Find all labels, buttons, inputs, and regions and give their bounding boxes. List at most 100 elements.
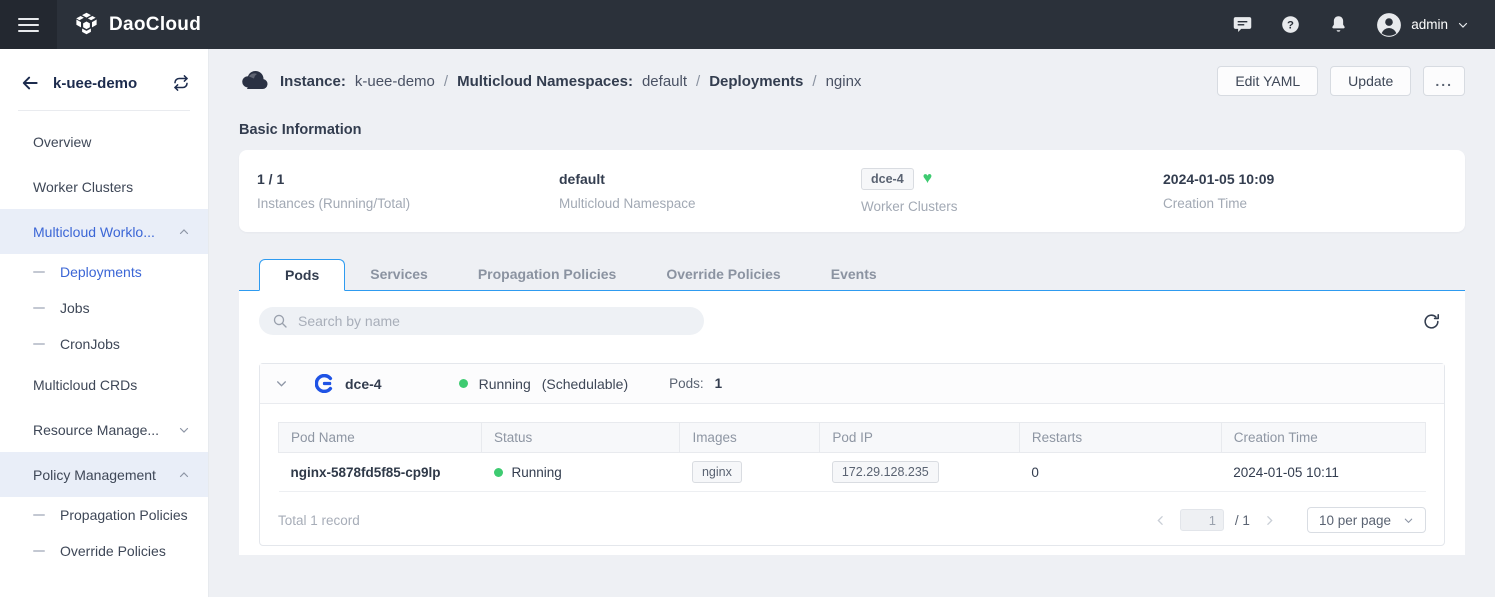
- info-field-worker-clusters: dce-4 ♥ Worker Clusters: [861, 168, 1163, 214]
- pod-restarts: 0: [1031, 465, 1039, 480]
- sidebar-item-label: Multicloud Worklo...: [33, 224, 155, 240]
- breadcrumb-separator: /: [444, 73, 448, 90]
- dash-icon: [33, 307, 45, 309]
- update-button[interactable]: Update: [1330, 66, 1411, 96]
- cluster-group-header[interactable]: dce-4 Running (Schedulable) Pods: 1: [260, 364, 1444, 404]
- col-creation-time: Creation Time: [1221, 423, 1425, 453]
- brand-name: DaoCloud: [109, 14, 201, 36]
- pods-count-label: Pods:: [669, 376, 704, 391]
- topbar-right: ? admin: [1232, 12, 1495, 38]
- sidebar-item-label: Override Policies: [60, 543, 166, 559]
- page-actions: Edit YAML Update ...: [1217, 66, 1465, 96]
- edit-yaml-button[interactable]: Edit YAML: [1217, 66, 1318, 96]
- sidebar-item-cronjobs[interactable]: CronJobs: [0, 326, 208, 362]
- brand: DaoCloud: [73, 11, 201, 38]
- back-arrow-icon[interactable]: [20, 73, 40, 93]
- sidebar-item-propagation-policies[interactable]: Propagation Policies: [0, 497, 208, 533]
- previous-page-icon[interactable]: [1152, 512, 1169, 529]
- more-actions-button[interactable]: ...: [1423, 66, 1465, 96]
- sidebar: k-uee-demo Overview Worker Clusters Mult…: [0, 49, 209, 597]
- sidebar-item-jobs[interactable]: Jobs: [0, 290, 208, 326]
- notifications-bell-icon[interactable]: [1328, 14, 1349, 35]
- sidebar-item-multicloud-crds[interactable]: Multicloud CRDs: [0, 362, 208, 407]
- tab-pods[interactable]: Pods: [259, 259, 345, 291]
- search-icon: [272, 313, 288, 329]
- breadcrumb-namespaces-label: Multicloud Namespaces:: [457, 73, 633, 90]
- worker-cluster-tag[interactable]: dce-4: [861, 168, 914, 190]
- image-tag[interactable]: nginx: [692, 461, 742, 483]
- refresh-icon[interactable]: [1418, 308, 1445, 335]
- user-menu[interactable]: admin: [1376, 12, 1469, 38]
- hamburger-icon: [18, 14, 39, 36]
- search-input[interactable]: [296, 312, 691, 330]
- breadcrumb-instance-value[interactable]: k-uee-demo: [355, 73, 435, 90]
- sidebar-item-multicloud-workloads[interactable]: Multicloud Worklo...: [0, 209, 208, 254]
- page-size-value: 10 per page: [1319, 513, 1391, 528]
- sidebar-divider: [18, 110, 190, 111]
- cluster-group-body: Pod Name Status Images Pod IP Restarts C…: [260, 404, 1444, 545]
- chevron-up-icon: [178, 226, 190, 238]
- breadcrumb-separator: /: [696, 73, 700, 90]
- page-size-select[interactable]: 10 per page: [1307, 507, 1426, 533]
- sidebar-item-label: Jobs: [60, 300, 90, 316]
- collapse-chevron-icon[interactable]: [275, 377, 288, 390]
- pod-status: Running: [512, 465, 562, 480]
- tab-override-policies[interactable]: Override Policies: [641, 258, 805, 290]
- dash-icon: [33, 514, 45, 516]
- sidebar-item-label: Resource Manage...: [33, 422, 159, 438]
- pod-creation-time: 2024-01-05 10:11: [1233, 465, 1339, 480]
- breadcrumb-instance-label: Instance:: [280, 73, 346, 90]
- avatar-icon: [1376, 12, 1402, 38]
- sidebar-header: k-uee-demo: [0, 49, 208, 110]
- help-icon[interactable]: ?: [1280, 14, 1301, 35]
- cluster-group: dce-4 Running (Schedulable) Pods: 1 Pod …: [259, 363, 1445, 546]
- info-field-creation-time: 2024-01-05 10:09 Creation Time: [1163, 171, 1465, 211]
- cloud-icon: [239, 69, 271, 93]
- tab-events[interactable]: Events: [806, 258, 902, 290]
- table-footer: Total 1 record / 1 10 per page: [278, 507, 1426, 533]
- svg-text:?: ?: [1287, 19, 1294, 31]
- switch-instance-icon[interactable]: [172, 74, 190, 92]
- tab-propagation-policies[interactable]: Propagation Policies: [453, 258, 641, 290]
- menu-toggle-button[interactable]: [0, 0, 57, 49]
- sidebar-item-resource-management[interactable]: Resource Manage...: [0, 407, 208, 452]
- breadcrumb-separator: /: [812, 73, 816, 90]
- chevron-down-icon: [178, 424, 190, 436]
- search-box: [259, 307, 704, 335]
- dash-icon: [33, 343, 45, 345]
- info-field-namespace: default Multicloud Namespace: [559, 171, 861, 211]
- namespace-label: Multicloud Namespace: [559, 196, 861, 211]
- col-restarts: Restarts: [1019, 423, 1221, 453]
- pod-ip-tag[interactable]: 172.29.128.235: [832, 461, 939, 483]
- page-number-input[interactable]: [1180, 509, 1224, 531]
- next-page-icon[interactable]: [1261, 512, 1278, 529]
- chevron-down-icon: [1403, 515, 1414, 526]
- sidebar-item-worker-clusters[interactable]: Worker Clusters: [0, 164, 208, 209]
- tabs: Pods Services Propagation Policies Overr…: [239, 258, 1465, 291]
- sidebar-item-overview[interactable]: Overview: [0, 119, 208, 164]
- cluster-health-heart-icon: ♥: [923, 171, 933, 187]
- search-row: [259, 307, 1445, 335]
- table-header-row: Pod Name Status Images Pod IP Restarts C…: [279, 423, 1426, 453]
- col-status: Status: [482, 423, 680, 453]
- sidebar-item-label: CronJobs: [60, 336, 120, 352]
- table-row: nginx-5878fd5f85-cp9lp Running nginx 172…: [279, 453, 1426, 492]
- instances-label: Instances (Running/Total): [257, 196, 559, 211]
- creation-time-value: 2024-01-05 10:09: [1163, 171, 1465, 187]
- sidebar-item-override-policies[interactable]: Override Policies: [0, 533, 208, 569]
- messages-icon[interactable]: [1232, 14, 1253, 35]
- instances-value: 1 / 1: [257, 171, 559, 187]
- sidebar-item-deployments[interactable]: Deployments: [0, 254, 208, 290]
- username-label: admin: [1411, 17, 1448, 32]
- basic-information-title: Basic Information: [239, 122, 1465, 138]
- breadcrumb-deployments[interactable]: Deployments: [709, 73, 803, 90]
- cluster-schedulable: (Schedulable): [542, 376, 628, 392]
- sidebar-item-policy-management[interactable]: Policy Management: [0, 452, 208, 497]
- breadcrumb-row: Instance: k-uee-demo / Multicloud Namesp…: [239, 62, 1465, 100]
- pagination: / 1 10 per page: [1152, 507, 1426, 533]
- pod-name-link[interactable]: nginx-5878fd5f85-cp9lp: [291, 465, 441, 480]
- namespace-value: default: [559, 171, 861, 187]
- breadcrumb: Instance: k-uee-demo / Multicloud Namesp…: [239, 69, 861, 93]
- tab-services[interactable]: Services: [345, 258, 453, 290]
- breadcrumb-namespace-value[interactable]: default: [642, 73, 687, 90]
